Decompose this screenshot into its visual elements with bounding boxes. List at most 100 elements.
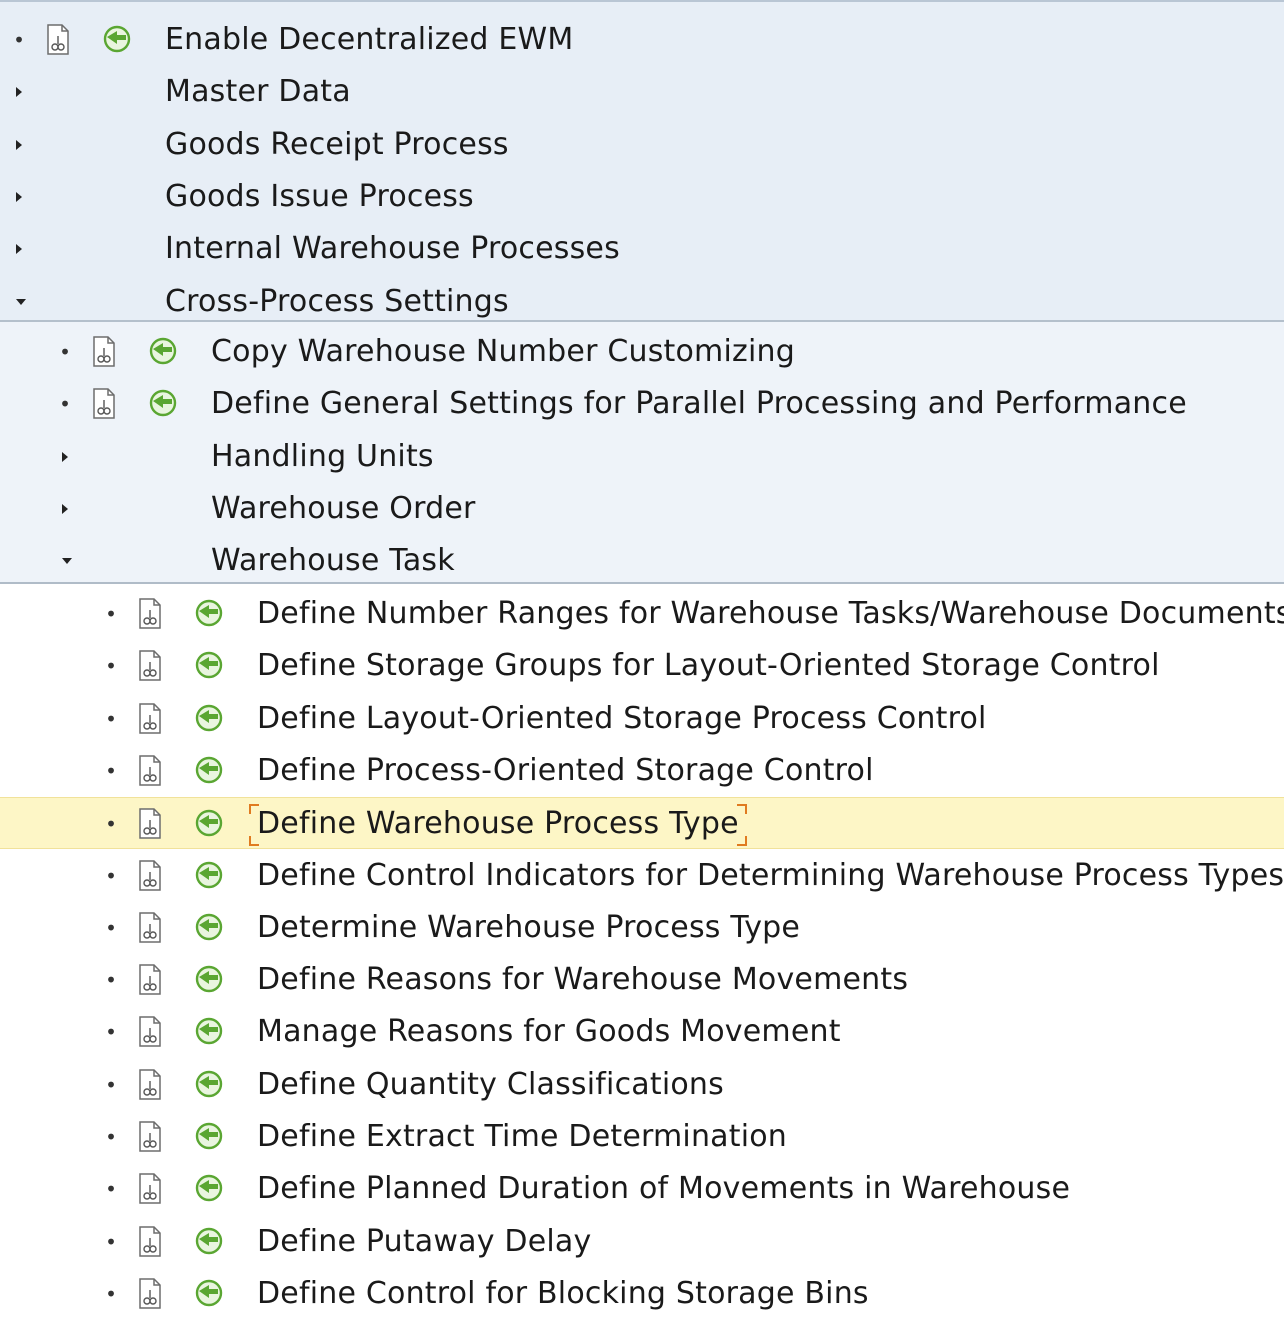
documentation-icon[interactable] <box>138 1173 162 1205</box>
tree-bullet: • <box>105 654 117 679</box>
documentation-icon[interactable] <box>46 24 70 55</box>
tree-node-label[interactable]: Warehouse Order <box>211 483 476 535</box>
tree-bullet: • <box>105 812 117 837</box>
documentation-icon[interactable] <box>138 964 162 995</box>
tree-node[interactable]: • Define Storage Groups for Layout-Orient… <box>0 640 1284 692</box>
execute-activity-icon[interactable] <box>194 1069 224 1099</box>
expand-arrow-icon[interactable] <box>62 503 68 514</box>
expand-arrow-icon[interactable] <box>16 87 22 98</box>
documentation-icon[interactable] <box>138 650 162 682</box>
tree-node[interactable]: • Manage Reasons for Goods Movement <box>0 1006 1284 1058</box>
tree-node[interactable]: Internal Warehouse Processes <box>0 223 1284 275</box>
tree-node[interactable]: • Define Putaway Delay <box>0 1216 1284 1268</box>
tree-node-label[interactable]: Manage Reasons for Goods Movement <box>257 1006 841 1058</box>
execute-activity-icon[interactable] <box>148 388 178 418</box>
expand-arrow-icon[interactable] <box>16 244 22 255</box>
tree-node[interactable]: • Define Extract Time Determination <box>0 1111 1284 1163</box>
tree-node[interactable]: • Copy Warehouse Number Customizing <box>0 326 1284 378</box>
execute-activity-icon[interactable] <box>194 1016 224 1046</box>
tree-node-label[interactable]: Define Storage Groups for Layout-Oriente… <box>257 640 1160 692</box>
tree-node[interactable]: Goods Issue Process <box>0 171 1284 223</box>
tree-node[interactable]: • Define Quantity Classifications <box>0 1059 1284 1111</box>
documentation-icon[interactable] <box>138 1278 162 1309</box>
tree-node-label[interactable]: Master Data <box>165 66 351 118</box>
tree-node-label[interactable]: Define Number Ranges for Warehouse Tasks… <box>257 588 1284 640</box>
documentation-icon[interactable] <box>138 702 162 734</box>
execute-activity-icon[interactable] <box>194 964 224 994</box>
tree-node-label[interactable]: Define Warehouse Process Type <box>249 798 747 850</box>
documentation-icon[interactable] <box>92 388 116 420</box>
tree-node-label[interactable]: Handling Units <box>211 431 434 483</box>
tree-node[interactable]: • Define General Settings for Parallel Pr… <box>0 378 1284 430</box>
tree-node-label[interactable]: Define Planned Duration of Movements in … <box>257 1163 1070 1215</box>
execute-activity-icon[interactable] <box>148 336 178 366</box>
tree-node-label[interactable]: Cross-Process Settings <box>165 276 509 328</box>
tree-node[interactable]: • Determine Warehouse Process Type <box>0 902 1284 954</box>
tree-node-label[interactable]: Goods Issue Process <box>165 171 474 223</box>
focus-corner-top-left <box>249 804 259 815</box>
tree-node-label[interactable]: Define Control for Blocking Storage Bins <box>257 1268 869 1320</box>
tree-node[interactable]: • Define Process-Oriented Storage Control <box>0 745 1284 797</box>
documentation-icon[interactable] <box>138 1225 162 1257</box>
tree-node[interactable]: Handling Units <box>0 431 1284 483</box>
tree-bullet: • <box>105 758 117 783</box>
tree-node[interactable]: • Define Reasons for Warehouse Movements <box>0 954 1284 1006</box>
execute-activity-icon[interactable] <box>194 598 224 628</box>
documentation-icon[interactable] <box>138 808 162 839</box>
expand-arrow-icon[interactable] <box>16 139 22 150</box>
tree-bullet: • <box>105 1229 117 1254</box>
tree-node[interactable]: • Enable Decentralized EWM <box>0 14 1284 66</box>
tree-node-label[interactable]: Define Extract Time Determination <box>257 1111 787 1163</box>
tree-node-label[interactable]: Define Quantity Classifications <box>257 1059 724 1111</box>
collapse-arrow-icon[interactable] <box>62 558 72 565</box>
execute-activity-icon[interactable] <box>102 24 132 54</box>
tree-node-label[interactable]: Goods Receipt Process <box>165 119 509 171</box>
tree-node-label[interactable]: Copy Warehouse Number Customizing <box>211 326 795 378</box>
tree-node[interactable]: Cross-Process Settings <box>0 276 1284 328</box>
tree-node[interactable]: • Define Control for Blocking Storage Bin… <box>0 1268 1284 1320</box>
tree-node-label[interactable]: Define Process-Oriented Storage Control <box>257 745 874 797</box>
tree-node-label[interactable]: Define Layout-Oriented Storage Process C… <box>257 693 987 745</box>
tree-node-label[interactable]: Warehouse Task <box>211 535 455 587</box>
tree-node-label[interactable]: Define Reasons for Warehouse Movements <box>257 954 908 1006</box>
documentation-icon[interactable] <box>138 598 162 629</box>
tree-node-label[interactable]: Define Putaway Delay <box>257 1216 591 1268</box>
execute-activity-icon[interactable] <box>194 755 224 785</box>
execute-activity-icon[interactable] <box>194 808 224 838</box>
tree-node[interactable]: • Define Control Indicators for Determini… <box>0 850 1284 902</box>
execute-activity-icon[interactable] <box>194 1173 224 1203</box>
execute-activity-icon[interactable] <box>194 703 224 733</box>
tree-node-label[interactable]: Determine Warehouse Process Type <box>257 902 800 954</box>
execute-activity-icon[interactable] <box>194 1226 224 1256</box>
execute-activity-icon[interactable] <box>194 650 224 680</box>
documentation-icon[interactable] <box>138 859 162 891</box>
documentation-icon[interactable] <box>138 755 162 786</box>
tree-node[interactable]: • Define Planned Duration of Movements in… <box>0 1163 1284 1215</box>
collapse-arrow-icon[interactable] <box>16 298 26 305</box>
img-tree: • Enable Decentralized EWM Master Data Good… <box>0 0 1284 1312</box>
tree-node[interactable]: Warehouse Task <box>0 535 1284 587</box>
execute-activity-icon[interactable] <box>194 1121 224 1151</box>
documentation-icon[interactable] <box>138 1068 162 1100</box>
documentation-icon[interactable] <box>138 1121 162 1152</box>
tree-node-label[interactable]: Internal Warehouse Processes <box>165 223 620 275</box>
documentation-icon[interactable] <box>138 1016 162 1048</box>
tree-node-label[interactable]: Define Control Indicators for Determinin… <box>257 850 1284 902</box>
tree-node[interactable]: Goods Receipt Process <box>0 119 1284 171</box>
tree-node[interactable]: • Define Number Ranges for Warehouse Task… <box>0 588 1284 640</box>
tree-bullet: • <box>105 1072 117 1097</box>
tree-node[interactable]: • Define Layout-Oriented Storage Process … <box>0 693 1284 745</box>
expand-arrow-icon[interactable] <box>16 191 22 202</box>
execute-activity-icon[interactable] <box>194 1278 224 1308</box>
tree-bullet: • <box>105 915 117 940</box>
tree-node[interactable]: Warehouse Order <box>0 483 1284 535</box>
execute-activity-icon[interactable] <box>194 912 224 942</box>
expand-arrow-icon[interactable] <box>62 451 68 462</box>
tree-node-label[interactable]: Define General Settings for Parallel Pro… <box>211 378 1187 430</box>
documentation-icon[interactable] <box>138 912 162 943</box>
documentation-icon[interactable] <box>92 336 116 367</box>
tree-node[interactable]: • Define Warehouse Process Type <box>0 797 1284 850</box>
tree-node[interactable]: Master Data <box>0 66 1284 118</box>
execute-activity-icon[interactable] <box>194 860 224 890</box>
tree-node-label[interactable]: Enable Decentralized EWM <box>165 14 573 66</box>
